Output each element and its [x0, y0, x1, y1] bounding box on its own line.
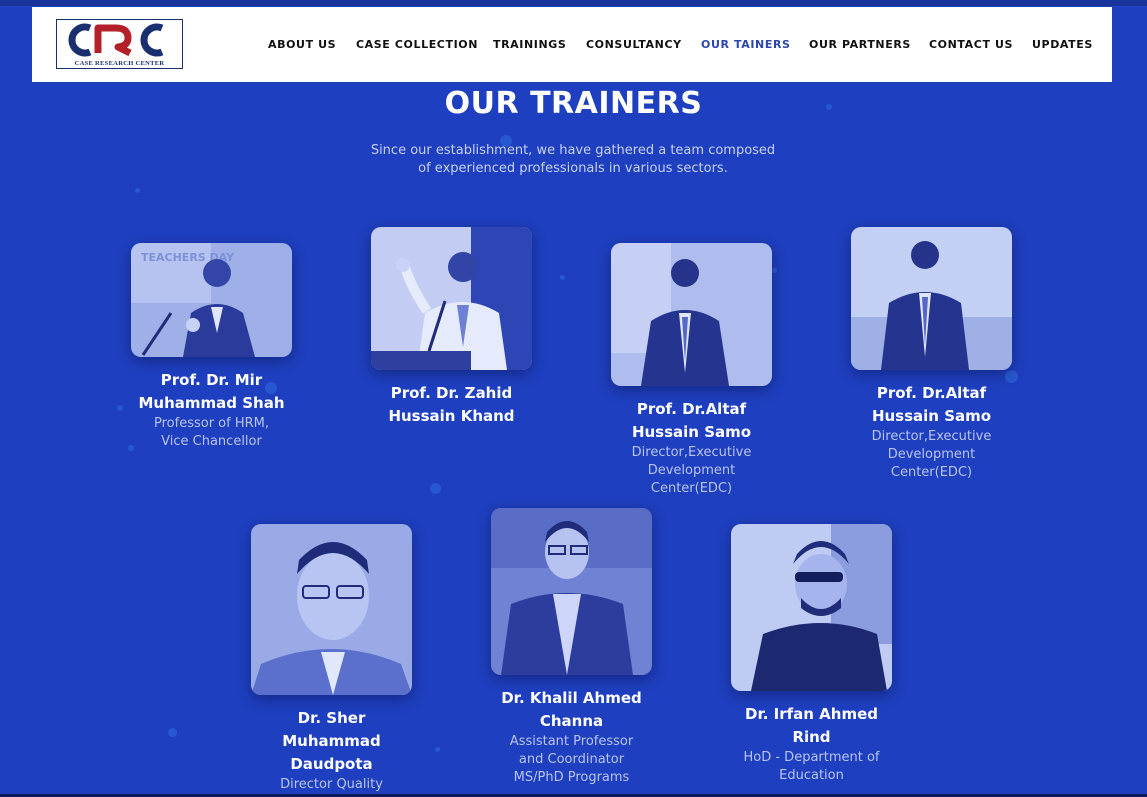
- decor-dot: [117, 405, 123, 411]
- trainer-card[interactable]: Prof. Dr.Altaf Hussain Samo Director,Exe…: [851, 227, 1012, 482]
- intro-line-1: Since our establishment, we have gathere…: [370, 143, 776, 158]
- logo-subtitle: CASE RESEARCH CENTER: [74, 60, 165, 67]
- speaker-photo-icon: [611, 243, 772, 386]
- trainer-role: Assistant Professor and Coordinator MS/P…: [509, 734, 634, 785]
- header-navbar: CASE RESEARCH CENTER ABOUT US CASE COLLE…: [32, 7, 1112, 82]
- trainer-name: Dr. Khalil Ahmed Channa: [501, 689, 642, 730]
- decor-dot: [772, 268, 777, 273]
- trainer-photo[interactable]: TEACHERS DAY: [131, 243, 292, 357]
- top-strip: [0, 0, 1147, 6]
- decor-dot: [430, 483, 441, 494]
- trainer-name: Prof. Dr.Altaf Hussain Samo: [871, 384, 992, 425]
- trainer-role: Director,Executive Development Center(ED…: [871, 429, 992, 480]
- nav-case-collection[interactable]: CASE COLLECTION: [356, 38, 478, 51]
- trainer-photo[interactable]: [371, 227, 532, 370]
- portrait-photo-icon: [491, 508, 652, 675]
- trainer-name: Prof. Dr. Zahid Hussain Khand: [388, 384, 515, 425]
- portrait-photo-icon: [251, 524, 412, 695]
- speaker-photo-icon: [851, 227, 1012, 370]
- trainer-name: Prof. Dr. Mir Muhammad Shah: [138, 371, 285, 412]
- trainer-photo[interactable]: [491, 508, 652, 675]
- trainer-name: Dr. Irfan Ahmed Rind: [745, 705, 878, 746]
- decor-dot: [560, 275, 565, 280]
- trainer-photo[interactable]: [251, 524, 412, 695]
- nav-our-trainers[interactable]: OUR TAINERS: [701, 38, 791, 51]
- trainer-card[interactable]: Dr. Sher Muhammad Daudpota Director Qual…: [251, 524, 412, 794]
- trainer-role: Director,Executive Development Center(ED…: [631, 445, 752, 496]
- trainer-role: Professor of HRM, Vice Chancellor: [154, 416, 269, 449]
- trainer-name: Dr. Sher Muhammad Daudpota: [282, 709, 381, 773]
- crc-logo[interactable]: CASE RESEARCH CENTER: [56, 19, 183, 69]
- nav-about-us[interactable]: ABOUT US: [268, 38, 336, 51]
- section-intro: Since our establishment, we have gathere…: [353, 142, 793, 178]
- intro-line-2: of experienced professionals in various …: [418, 161, 728, 176]
- trainer-card[interactable]: TEACHERS DAY Prof. Dr. Mir Muhammad Shah…: [131, 243, 292, 451]
- trainer-photo[interactable]: [611, 243, 772, 386]
- nav-consultancy[interactable]: CONSULTANCY: [586, 38, 682, 51]
- trainer-card[interactable]: Prof. Dr. Zahid Hussain Khand: [371, 227, 532, 428]
- logo-mark-icon: [68, 23, 164, 57]
- section-title: OUR TRAINERS: [444, 86, 703, 121]
- nav-updates[interactable]: UPDATES: [1032, 38, 1093, 51]
- trainer-card[interactable]: Dr. Irfan Ahmed Rind HoD - Department of…: [731, 524, 892, 785]
- nav-trainings[interactable]: TRAININGS: [493, 38, 566, 51]
- trainer-name: Prof. Dr.Altaf Hussain Samo: [631, 400, 752, 441]
- trainer-card[interactable]: Dr. Khalil Ahmed Channa Assistant Profes…: [491, 508, 652, 787]
- decor-dot: [168, 728, 177, 737]
- trainer-role: HoD - Department of Education: [743, 750, 880, 783]
- trainer-photo[interactable]: [731, 524, 892, 691]
- trainer-card[interactable]: Prof. Dr.Altaf Hussain Samo Director,Exe…: [611, 243, 772, 498]
- nav-contact-us[interactable]: CONTACT US: [929, 38, 1013, 51]
- decor-dot: [435, 747, 440, 752]
- speaker-photo-icon: [371, 227, 532, 370]
- speaker-photo-icon: TEACHERS DAY: [131, 243, 292, 357]
- trainer-role: Director Quality: [280, 777, 383, 792]
- decor-dot: [135, 188, 140, 193]
- trainer-photo[interactable]: [851, 227, 1012, 370]
- portrait-photo-icon: [731, 524, 892, 691]
- nav-our-partners[interactable]: OUR PARTNERS: [809, 38, 911, 51]
